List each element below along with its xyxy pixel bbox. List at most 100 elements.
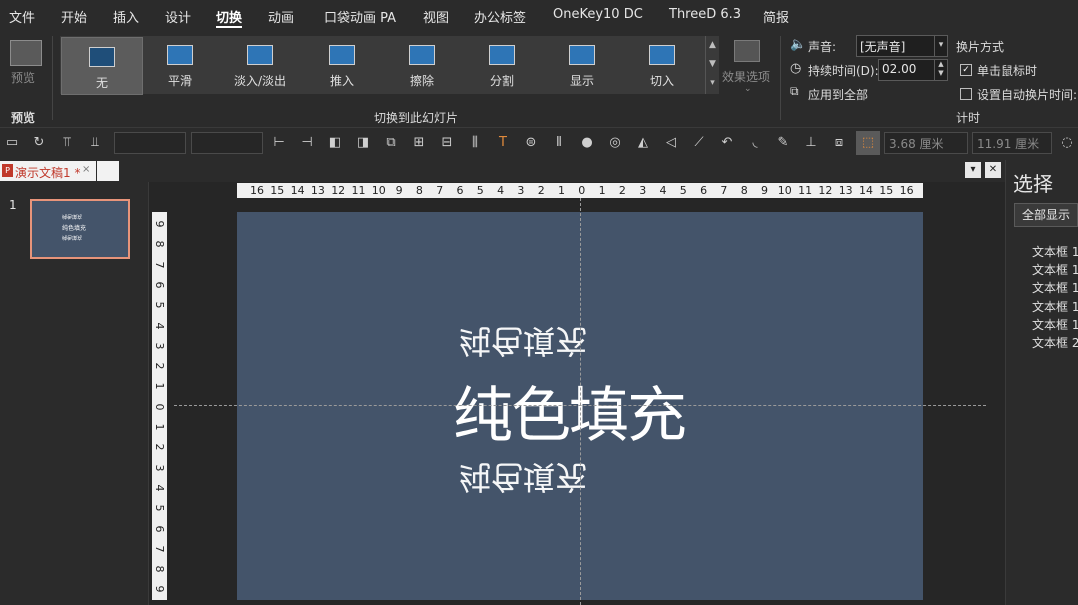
pen-icon[interactable]: ✎: [774, 134, 792, 152]
menu-onekey[interactable]: OneKey10 DC: [553, 7, 643, 22]
gallery-scroll-down-icon[interactable]: ▼: [706, 55, 719, 74]
flip-icon[interactable]: ◭: [634, 134, 652, 152]
align-bottom-icon[interactable]: ⫫: [86, 134, 104, 152]
horizontal-guide[interactable]: [174, 405, 986, 406]
slide-icon[interactable]: ▭: [3, 134, 21, 152]
effect-options-icon[interactable]: [734, 40, 760, 62]
arc-icon[interactable]: ◟: [746, 134, 764, 152]
ruler-tick-label: 4: [153, 484, 166, 492]
menu-transitions[interactable]: 切换: [216, 7, 242, 26]
chevron-down-icon[interactable]: ▾: [934, 36, 947, 56]
gallery-scroll-up-icon[interactable]: ▲: [706, 36, 719, 55]
new-tab-button[interactable]: [97, 161, 119, 181]
center-icon[interactable]: ⊟: [438, 134, 456, 152]
edit-points-icon[interactable]: ⟋: [690, 134, 708, 152]
triangle-icon[interactable]: ◁: [662, 134, 680, 152]
menu-design[interactable]: 设计: [165, 7, 191, 26]
menu-view[interactable]: 视图: [423, 7, 449, 26]
ruler-tick-label: 3: [639, 184, 647, 197]
transition-morph[interactable]: 平滑: [140, 36, 220, 92]
apply-to-all-button[interactable]: 应用到全部: [808, 86, 868, 103]
menu-briefing[interactable]: 简报: [763, 7, 789, 26]
middle-align-icon[interactable]: ⊜: [522, 134, 540, 152]
send-backward-icon[interactable]: ◨: [354, 134, 372, 152]
main-text[interactable]: 纯色填充: [453, 367, 687, 454]
none-transition-icon: [89, 47, 115, 67]
ruler-tick-label: 1: [153, 382, 166, 390]
selection-item[interactable]: 文本框 1: [1032, 316, 1078, 333]
ruler-tick-label: 14: [290, 184, 305, 197]
transition-reveal[interactable]: 显示: [542, 36, 622, 92]
tab-list-dropdown-icon[interactable]: ▾: [965, 162, 981, 178]
duration-spinner[interactable]: 02.00 ▲ ▼: [878, 59, 948, 81]
gallery-more-icon[interactable]: ▾: [706, 74, 719, 93]
merge-shapes-icon[interactable]: ●: [578, 134, 596, 152]
reflection-text-bottom[interactable]: 纯色填充: [459, 456, 587, 502]
intersect-icon[interactable]: ◎: [606, 134, 624, 152]
effect-options-chevron-icon[interactable]: ⌄: [744, 84, 752, 94]
transition-fade[interactable]: 淡入/淡出: [220, 36, 300, 92]
selection-item[interactable]: 文本框 1: [1032, 279, 1078, 296]
ruler-tick-label: 5: [679, 184, 687, 197]
spinner-arrows-icon[interactable]: ▲ ▼: [934, 60, 947, 80]
menu-home[interactable]: 开始: [61, 7, 87, 26]
transition-push[interactable]: 推入: [302, 36, 382, 92]
menu-pocket-animation[interactable]: 口袋动画 PA: [324, 7, 396, 26]
selection-item[interactable]: 文本框 1: [1032, 261, 1078, 278]
more-shapes-icon[interactable]: ◌: [1058, 134, 1076, 152]
vertical-guide[interactable]: [580, 198, 581, 605]
preview-icon[interactable]: [10, 40, 42, 66]
ungroup-icon[interactable]: ⊞: [410, 134, 428, 152]
sound-label: 声音:: [808, 40, 837, 54]
document-tab[interactable]: P 演示文稿1 * ×: [0, 161, 96, 181]
size-field-b[interactable]: [191, 132, 263, 154]
curve-icon[interactable]: ↶: [718, 134, 736, 152]
auto-advance-checkbox[interactable]: [960, 88, 972, 100]
gallery-scroll: ▲ ▼ ▾: [705, 36, 719, 94]
menu-threed[interactable]: ThreeD 6.3: [669, 7, 741, 22]
fade-icon: [247, 45, 273, 65]
align-right-icon[interactable]: ⊣: [298, 134, 316, 152]
menu-office-tab[interactable]: 办公标签: [474, 7, 526, 26]
sound-dropdown[interactable]: [无声音] ▾: [856, 35, 948, 57]
selection-item[interactable]: 文本框 2: [1032, 334, 1078, 351]
rotate-icon[interactable]: ↻: [30, 134, 48, 152]
align-left-icon[interactable]: ⊢: [270, 134, 288, 152]
on-click-checkbox[interactable]: ✓: [960, 64, 972, 76]
group-icon[interactable]: ⧉: [382, 134, 400, 152]
ruler-tick-label: 8: [153, 240, 166, 248]
distribute-icon[interactable]: ⫼: [466, 134, 484, 152]
close-tab-icon[interactable]: ×: [82, 164, 90, 175]
export-icon[interactable]: ⧈: [830, 134, 848, 152]
align-top-icon[interactable]: ⫪: [58, 134, 76, 152]
effect-options-button[interactable]: 效果选项: [722, 68, 770, 85]
bring-forward-icon[interactable]: ◧: [326, 134, 344, 152]
preview-button[interactable]: 预览: [11, 69, 35, 86]
selection-item[interactable]: 文本框 1: [1032, 243, 1078, 260]
size-field-a[interactable]: [114, 132, 186, 154]
text-color-icon[interactable]: T: [494, 134, 512, 152]
menu-insert[interactable]: 插入: [113, 7, 139, 26]
vertical-ruler[interactable]: 9 8 7 6 5 4 3 2 1 0 1 2 3 4 5 6 7 8 9: [152, 212, 167, 600]
horizontal-ruler[interactable]: 16 15 14 13 12 11 10 9 8 7 6 5 4 3 2 1 0 1 2 3 4 5 6 7 8 9 10 11 12 1…: [237, 183, 923, 198]
selection-pane-icon[interactable]: ⬚: [856, 131, 880, 155]
transition-wipe[interactable]: 擦除: [382, 36, 462, 92]
ruler-tick-label: 3: [153, 464, 166, 472]
transition-split[interactable]: 分割: [462, 36, 542, 92]
slide-thumbnail[interactable]: 纯色填充 纯色填充 纯色填充: [30, 199, 130, 259]
distribute-h-icon[interactable]: ⫴: [550, 134, 568, 152]
height-icon[interactable]: ⊥: [802, 134, 820, 152]
transition-none[interactable]: 无: [61, 37, 143, 95]
transition-cut[interactable]: 切入: [622, 36, 702, 92]
ruler-tick-label: 2: [618, 184, 626, 197]
height-field[interactable]: 11.91 厘米: [972, 132, 1052, 154]
close-window-icon[interactable]: ✕: [985, 162, 1001, 178]
menu-animations[interactable]: 动画: [268, 7, 294, 26]
menu-file[interactable]: 文件: [9, 7, 35, 26]
show-all-button[interactable]: 全部显示: [1014, 203, 1078, 227]
selection-item[interactable]: 文本框 1: [1032, 298, 1078, 315]
auto-advance-label: 设置自动换片时间:: [977, 88, 1078, 102]
sound-speaker-icon: 🔈: [790, 37, 807, 52]
reflection-text-top[interactable]: 纯色填充: [459, 320, 587, 366]
width-field[interactable]: 3.68 厘米: [884, 132, 968, 154]
